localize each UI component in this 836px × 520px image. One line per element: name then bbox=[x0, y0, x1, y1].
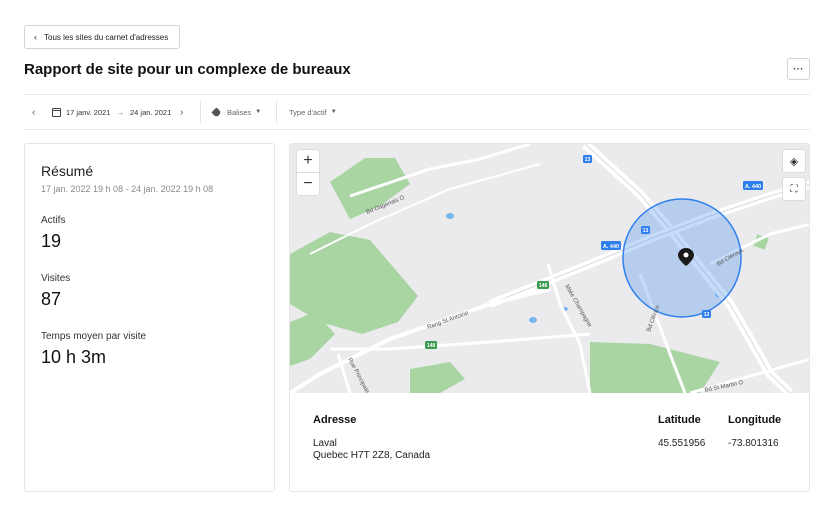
shield-label: 13 bbox=[585, 157, 591, 163]
address-value: Laval Quebec H7T 2Z8, Canada bbox=[313, 438, 430, 462]
summary-title: Résumé bbox=[41, 163, 94, 179]
water-body bbox=[529, 317, 537, 323]
tags-filter-dropdown[interactable]: Balises ▼ bbox=[211, 95, 262, 129]
map-canvas: Bd Dagenais O Rang St Antoine Rue Princi… bbox=[290, 144, 809, 393]
park-area bbox=[410, 362, 465, 393]
previous-period-icon[interactable]: ‹ bbox=[32, 95, 35, 129]
asset-type-filter-dropdown[interactable]: Type d'actif ▼ bbox=[289, 95, 337, 129]
calendar-icon bbox=[52, 107, 61, 117]
site-map-card: Bd Dagenais O Rang St Antoine Rue Princi… bbox=[289, 143, 810, 492]
zoom-in-button[interactable]: + bbox=[296, 149, 320, 173]
latitude-header: Latitude bbox=[658, 414, 701, 426]
next-period-icon[interactable]: › bbox=[180, 95, 183, 129]
stat-visits-value: 87 bbox=[41, 289, 62, 309]
asset-type-filter-label: Type d'actif bbox=[289, 107, 327, 117]
address-line-2: Quebec H7T 2Z8, Canada bbox=[313, 450, 431, 461]
shield-label: A. 440 bbox=[745, 184, 761, 190]
summary-card: Résumé 17 jan. 2022 19 h 08 - 24 jan. 20… bbox=[24, 143, 275, 492]
end-date: 24 jan. 2021 bbox=[129, 107, 172, 117]
zoom-out-button[interactable]: − bbox=[296, 172, 320, 196]
divider bbox=[276, 101, 277, 123]
latitude-value: 45.551956 bbox=[658, 438, 706, 449]
date-range-picker[interactable]: 17 janv. 2021 → 24 jan. 2021 bbox=[52, 95, 171, 129]
water-body bbox=[446, 213, 454, 219]
site-map[interactable]: Bd Dagenais O Rang St Antoine Rue Princi… bbox=[290, 144, 809, 393]
stat-assets-label: Actifs bbox=[41, 215, 66, 226]
tags-filter-label: Balises bbox=[227, 107, 252, 117]
longitude-value: -73.801316 bbox=[728, 438, 779, 449]
caret-down-icon: ▼ bbox=[255, 109, 262, 115]
chevron-left-icon: ‹ bbox=[34, 31, 37, 42]
arrow-right-icon: → bbox=[116, 107, 124, 117]
address-line-1: Laval bbox=[313, 438, 337, 449]
caret-down-icon: ▼ bbox=[330, 109, 337, 115]
shield-label: 13 bbox=[704, 312, 710, 318]
shield-label: 148 bbox=[427, 343, 436, 349]
park-area bbox=[590, 342, 720, 393]
page-title: Rapport de site pour un complexe de bure… bbox=[24, 61, 351, 78]
back-button-label: Tous les sites du carnet d'adresses bbox=[44, 32, 169, 42]
map-label-rang-st-antoine: Rang St Antoine bbox=[427, 310, 470, 331]
longitude-header: Longitude bbox=[728, 414, 782, 426]
stat-avg-time-label: Temps moyen par visite bbox=[41, 331, 147, 342]
back-to-address-book-button[interactable]: ‹ Tous les sites du carnet d'adresses bbox=[24, 25, 180, 49]
fullscreen-icon[interactable]: ⛶ bbox=[782, 177, 806, 201]
start-date: 17 janv. 2021 bbox=[66, 107, 111, 117]
divider bbox=[200, 101, 201, 123]
layers-icon[interactable]: ◈ bbox=[782, 149, 806, 173]
stat-assets-value: 19 bbox=[41, 231, 62, 251]
tag-icon bbox=[211, 106, 222, 118]
stat-avg-time-value: 10 h 3m bbox=[41, 347, 107, 367]
filter-bar: ‹ 17 janv. 2021 → 24 jan. 2021 › Balises… bbox=[24, 94, 810, 130]
summary-date-range: 17 jan. 2022 19 h 08 - 24 jan. 2022 19 h… bbox=[41, 184, 214, 194]
road bbox=[330, 332, 591, 351]
more-options-button[interactable]: ··· bbox=[787, 58, 810, 80]
shield-label: A. 440 bbox=[603, 244, 619, 250]
address-header: Adresse bbox=[313, 414, 357, 426]
shield-label: 13 bbox=[643, 228, 649, 234]
stat-visits-label: Visites bbox=[41, 273, 71, 284]
shield-label: 148 bbox=[539, 283, 548, 289]
